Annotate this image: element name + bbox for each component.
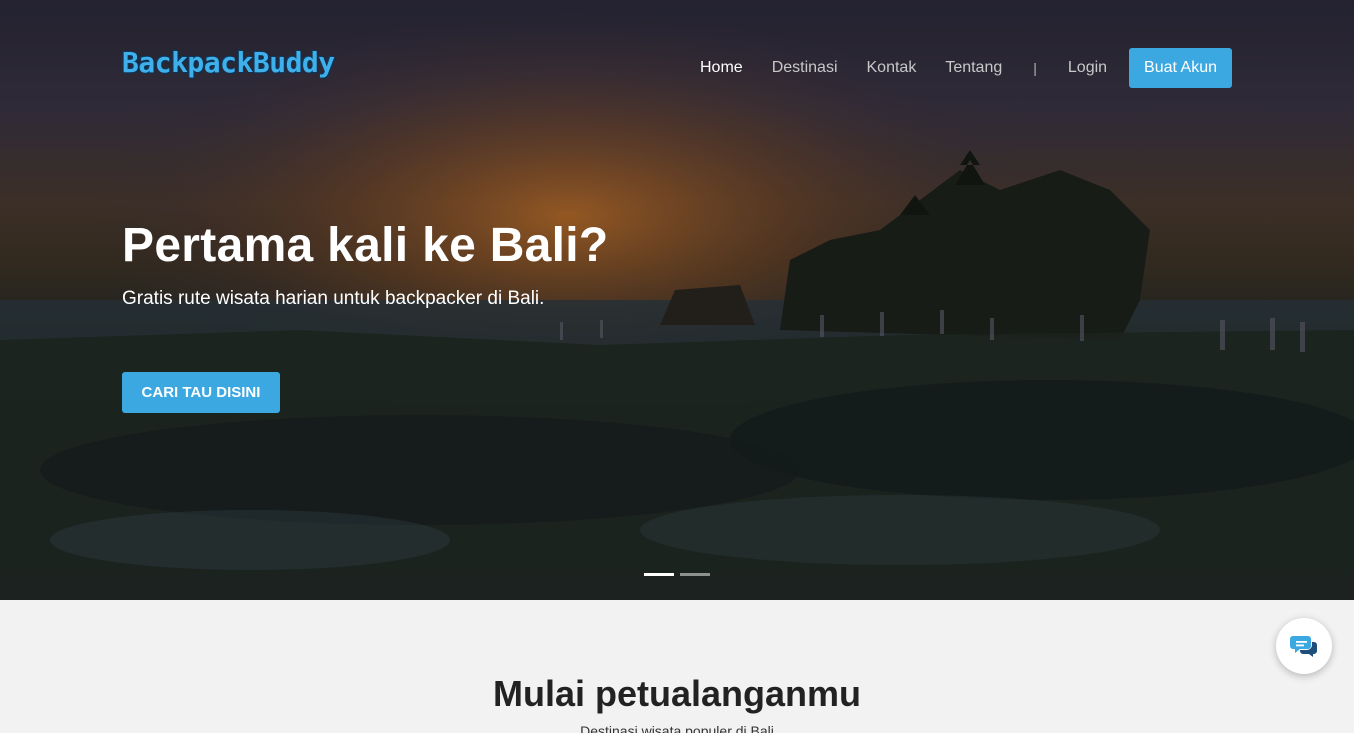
nav-separator: | <box>1033 60 1037 76</box>
hero-carousel: BackpackBuddy Home Destinasi Kontak Tent… <box>0 0 1354 600</box>
brand-logo[interactable]: BackpackBuddy <box>122 46 335 79</box>
hero-subtitle: Gratis rute wisata harian untuk backpack… <box>122 288 545 309</box>
nav-link-tentang[interactable]: Tentang <box>945 59 1002 77</box>
section-title: Mulai petualanganmu <box>492 673 862 714</box>
hero-title: Pertama kali ke Bali? <box>122 219 609 272</box>
nav-link-destinasi[interactable]: Destinasi <box>772 59 838 77</box>
main-nav: Home Destinasi Kontak Tentang | Login Bu… <box>671 48 1232 88</box>
nav-link-kontak[interactable]: Kontak <box>867 59 917 77</box>
signup-button[interactable]: Buat Akun <box>1129 48 1232 88</box>
chat-bubbles-icon <box>1290 636 1317 657</box>
carousel-indicators <box>644 573 710 576</box>
nav-login-link[interactable]: Login <box>1068 59 1107 77</box>
carousel-indicator-1[interactable] <box>644 573 674 576</box>
hero-cta-button[interactable]: CARI TAU DISINI <box>122 372 280 413</box>
section-subtitle: Destinasi wisata populer di Bali <box>580 723 774 733</box>
chat-widget-button[interactable] <box>1276 618 1332 674</box>
nav-link-home[interactable]: Home <box>700 59 743 77</box>
carousel-indicator-2[interactable] <box>680 573 710 576</box>
